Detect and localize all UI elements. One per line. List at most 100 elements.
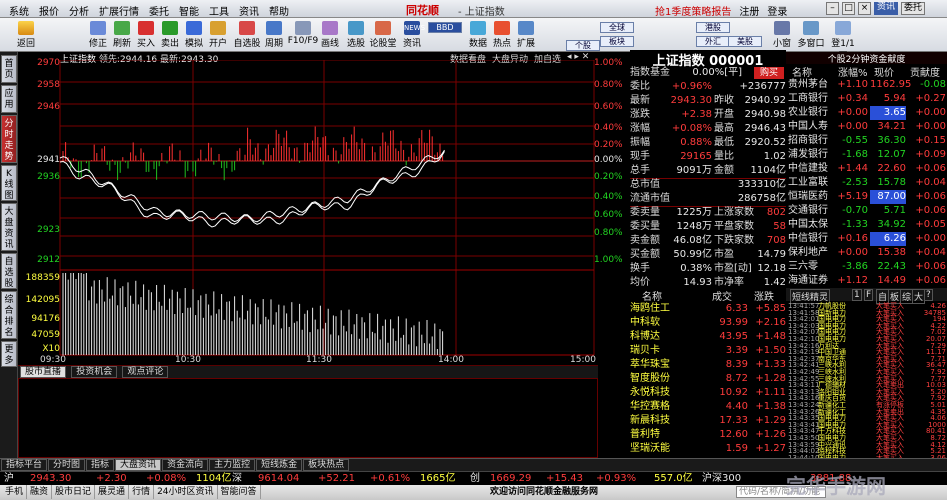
stock-pick-button[interactable]: 选股 <box>344 21 368 49</box>
tab-live[interactable]: 股市直播 <box>20 366 67 378</box>
bottom-tab[interactable]: 指标平台 <box>1 459 48 471</box>
hot-button[interactable]: 热点 <box>490 21 514 49</box>
ticker-tab[interactable]: ? <box>924 289 933 301</box>
tab-ranking[interactable]: 综合排名 <box>1 291 17 339</box>
list-item[interactable]: 智度股份 8.72 +1.28 <box>630 372 786 386</box>
back-button[interactable]: 返回 <box>14 21 38 49</box>
refresh-button[interactable]: 刷新 <box>110 21 134 49</box>
intraday-chart[interactable] <box>18 60 628 365</box>
bottom-tab[interactable]: 短线炼金 <box>256 459 303 471</box>
stock-tab[interactable]: 个股 <box>566 40 600 51</box>
tab-market-news[interactable]: 大盘资讯 <box>1 203 17 251</box>
tab-opinion[interactable]: 观点评论 <box>122 366 169 378</box>
table-row[interactable]: 中国人寿 +0.00 34.21 +0.00 <box>788 120 946 134</box>
menu-item-extended[interactable]: 扩展行情 <box>94 3 144 18</box>
list-item[interactable]: 坚瑞沃能 1.59 +1.27 <box>630 442 786 456</box>
menu-item-quote[interactable]: 报价 <box>34 3 64 18</box>
period-button[interactable]: 周期 <box>262 21 286 49</box>
close-icon[interactable]: × <box>858 2 871 15</box>
table-row[interactable]: 中国太保 -1.33 34.92 +0.05 <box>788 218 946 232</box>
footer-link[interactable]: 智能问答 <box>218 485 261 499</box>
list-item[interactable]: 永悦科技 10.92 +1.11 <box>630 386 786 400</box>
list-item[interactable]: 海鸥住工 6.33 +5.85 <box>630 302 786 316</box>
buy-fund-button[interactable]: 购买 <box>754 67 784 79</box>
register-link[interactable]: 注册 <box>739 3 759 18</box>
simulate-button[interactable]: 模拟 <box>182 21 206 49</box>
table-row[interactable]: 保利地产 +0.00 15.38 +0.04 <box>788 246 946 260</box>
table-row[interactable]: 中信银行 +0.16 6.26 +0.00 <box>788 232 946 246</box>
data-button[interactable]: 数据 <box>466 21 490 49</box>
global-tab[interactable]: 全球 <box>600 22 634 33</box>
forum-button[interactable]: 论股堂 <box>368 21 398 49</box>
list-item[interactable]: 华控赛格 4.40 +1.38 <box>630 400 786 414</box>
menu-item-system[interactable]: 系统 <box>4 3 34 18</box>
menu-item-smart[interactable]: 智能 <box>174 3 204 18</box>
buy-button[interactable]: 买入 <box>134 21 158 49</box>
extend-button[interactable]: 扩展 <box>514 21 538 49</box>
forex-tab[interactable]: 外汇 <box>696 36 730 47</box>
table-row[interactable]: 农业银行 +0.00 3.65 +0.00 <box>788 106 946 120</box>
small-window-button[interactable]: 小窗 <box>770 21 794 49</box>
table-row[interactable]: 交通银行 -0.70 5.71 +0.06 <box>788 204 946 218</box>
news-button[interactable]: NEWS 资讯 <box>400 21 425 49</box>
correct-button[interactable]: 修正 <box>86 21 110 49</box>
col-r-price[interactable]: 现价 <box>874 64 894 79</box>
menu-item-trade[interactable]: 委托 <box>144 3 174 18</box>
col-change[interactable]: 涨跌 <box>754 288 774 303</box>
tab-kline[interactable]: K线图 <box>1 165 17 201</box>
footer-link[interactable]: 手机 <box>2 485 28 499</box>
ticker-tab[interactable]: F <box>864 289 874 301</box>
table-row[interactable]: 三六零 -3.86 22.43 +0.06 <box>788 260 946 274</box>
hk-tab[interactable]: 港股 <box>696 22 730 33</box>
table-row[interactable]: 招商银行 -0.55 36.30 +0.15 <box>788 134 946 148</box>
list-item[interactable]: 普利特 12.60 +1.26 <box>630 428 786 442</box>
table-row[interactable]: 恒瑞医药 +5.19 87.00 +0.06 <box>788 190 946 204</box>
col-r-contrib[interactable]: 贡献度 <box>910 64 940 79</box>
menu-item-tools[interactable]: 工具 <box>204 3 234 18</box>
table-row[interactable]: 工业富联 -2.53 15.78 +0.04 <box>788 176 946 190</box>
tab-home[interactable]: 首页 <box>1 55 17 83</box>
open-account-button[interactable]: 开户 <box>206 21 230 49</box>
tab-intraday[interactable]: 分时走势 <box>1 115 17 163</box>
table-row[interactable]: 海通证券 +1.12 14.49 +0.06 <box>788 274 946 288</box>
footer-link[interactable]: 24小时区资讯 <box>154 485 218 499</box>
f10-button[interactable]: F10/F9 <box>286 21 320 46</box>
menu-item-news[interactable]: 资讯 <box>234 3 264 18</box>
sell-button[interactable]: 卖出 <box>158 21 182 49</box>
multi-window-button[interactable]: 多窗口 <box>796 21 826 49</box>
maximize-icon[interactable]: □ <box>842 2 855 15</box>
list-item[interactable]: 科博达 43.95 +1.48 <box>630 330 786 344</box>
list-item[interactable]: 萃华珠宝 8.39 +1.33 <box>630 358 786 372</box>
tab-watchlist[interactable]: 自选股 <box>1 253 17 289</box>
list-item[interactable]: 中科软 93.99 +2.16 <box>630 316 786 330</box>
bottom-tab[interactable]: 资金流向 <box>162 459 209 471</box>
draw-line-button[interactable]: 画线 <box>318 21 342 49</box>
table-row[interactable]: 中信建投 +1.44 22.60 +0.06 <box>788 162 946 176</box>
minimize-icon[interactable]: – <box>826 2 839 15</box>
bbd-button[interactable]: BBD <box>428 22 462 33</box>
col-name[interactable]: 名称 <box>642 288 662 303</box>
table-row[interactable]: 贵州茅台 +1.10 1162.95 -0.08 <box>788 78 946 92</box>
us-tab[interactable]: 美股 <box>728 36 762 47</box>
bottom-tab[interactable]: 指标 <box>86 459 115 471</box>
tab-opportunity[interactable]: 投资机会 <box>71 366 118 378</box>
tab-more[interactable]: 更多 <box>1 341 17 367</box>
col-trade[interactable]: 成交 <box>712 288 732 303</box>
tab-trade[interactable]: 委托 <box>901 2 926 15</box>
tab-news[interactable]: 资讯 <box>874 2 899 15</box>
footer-link[interactable]: 行情 <box>129 485 155 499</box>
ticker-tab[interactable]: 1 <box>852 289 862 301</box>
bottom-tab[interactable]: 板块热点 <box>303 459 350 471</box>
promo-link[interactable]: 抢1季度策略报告 <box>655 3 731 18</box>
footer-link[interactable]: 股市日记 <box>52 485 96 499</box>
list-item[interactable]: 新晨科技 17.33 +1.29 <box>630 414 786 428</box>
tab-apps[interactable]: 应用 <box>1 85 17 113</box>
menu-item-analysis[interactable]: 分析 <box>64 3 94 18</box>
footer-link[interactable]: 展灵通 <box>95 485 130 499</box>
menu-item-help[interactable]: 帮助 <box>264 3 294 18</box>
bottom-tab[interactable]: 大盘资讯 <box>115 459 162 471</box>
footer-link[interactable]: 融资 <box>27 485 53 499</box>
col-r-name[interactable]: 名称 <box>792 64 812 79</box>
col-r-pct[interactable]: 涨幅% <box>838 64 868 79</box>
watchlist-button[interactable]: 自选股 <box>230 21 264 49</box>
